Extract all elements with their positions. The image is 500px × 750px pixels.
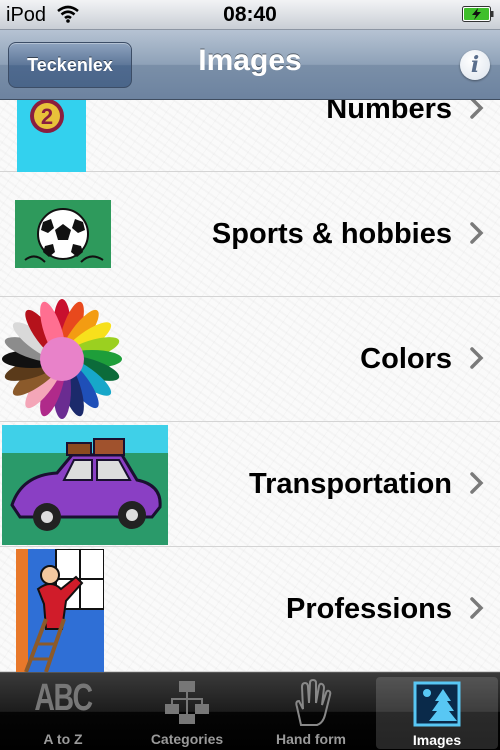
painter-on-ladder-image <box>16 549 104 672</box>
tab-categories[interactable]: Categories <box>126 673 248 750</box>
status-bar: iPod 08:40 <box>0 0 500 30</box>
chevron-right-icon <box>470 347 484 369</box>
tab-label: A to Z <box>43 731 83 747</box>
chevron-right-icon <box>470 222 484 244</box>
battery-charging-icon <box>462 6 494 22</box>
chevron-right-icon <box>470 472 484 494</box>
tab-hand-form[interactable]: Hand form <box>250 673 372 750</box>
list-item-colors[interactable]: Colors <box>0 297 500 422</box>
info-icon[interactable]: i <box>460 50 490 80</box>
tab-a-to-z[interactable]: ABC A to Z <box>2 673 124 750</box>
tab-images[interactable]: Images <box>376 677 498 749</box>
chevron-right-icon <box>470 100 484 119</box>
abc-icon: ABC <box>34 677 93 719</box>
category-list: 2 Numbers Sports & hobbies Colors Transp… <box>0 100 500 672</box>
tab-bar: ABC A to Z Categories Hand form Images <box>0 672 500 750</box>
navigation-bar: Teckenlex Images i <box>0 30 500 100</box>
clock: 08:40 <box>223 3 277 26</box>
number-two-badge-image: 2 <box>17 100 86 172</box>
list-item-transportation[interactable]: Transportation <box>0 422 500 547</box>
list-item-professions[interactable]: Professions <box>0 547 500 672</box>
list-item-label: Colors <box>360 343 452 375</box>
hierarchy-icon <box>165 681 209 724</box>
list-item-label: Professions <box>286 593 452 625</box>
list-item-label: Numbers <box>326 100 452 125</box>
chevron-right-icon <box>470 597 484 619</box>
soccer-ball-image <box>15 200 111 268</box>
tab-label: Hand form <box>276 731 346 747</box>
list-item-sports-hobbies[interactable]: Sports & hobbies <box>0 172 500 297</box>
tab-label: Categories <box>150 731 224 747</box>
page-title: Images <box>198 44 302 77</box>
picture-tree-icon <box>413 681 461 727</box>
list-item-label: Transportation <box>248 468 452 500</box>
tab-label: Images <box>412 732 462 748</box>
back-button[interactable]: Teckenlex <box>8 42 132 88</box>
hand-icon <box>295 679 332 726</box>
list-item-numbers[interactable]: 2 Numbers <box>0 100 500 172</box>
color-wheel-image <box>2 299 122 419</box>
car-with-luggage-image <box>2 425 168 545</box>
list-item-label: Sports & hobbies <box>211 218 452 250</box>
number-badge-text: 2 <box>41 104 53 129</box>
